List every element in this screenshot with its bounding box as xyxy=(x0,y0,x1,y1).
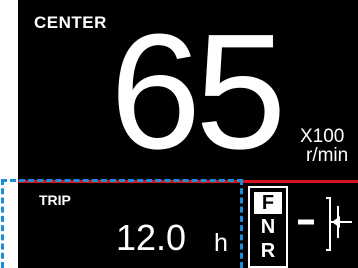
gear-reverse: R xyxy=(260,240,276,262)
rpm-unit: r/min xyxy=(306,145,349,166)
gear-indicator: F N R xyxy=(248,186,288,268)
gear-neutral: N xyxy=(260,216,276,238)
trip-highlight-box xyxy=(1,179,243,268)
rpm-value: 65 xyxy=(110,0,286,183)
trim-gauge-icon xyxy=(298,197,352,251)
mode-label: CENTER xyxy=(34,13,107,32)
gear-forward: F xyxy=(254,192,282,214)
